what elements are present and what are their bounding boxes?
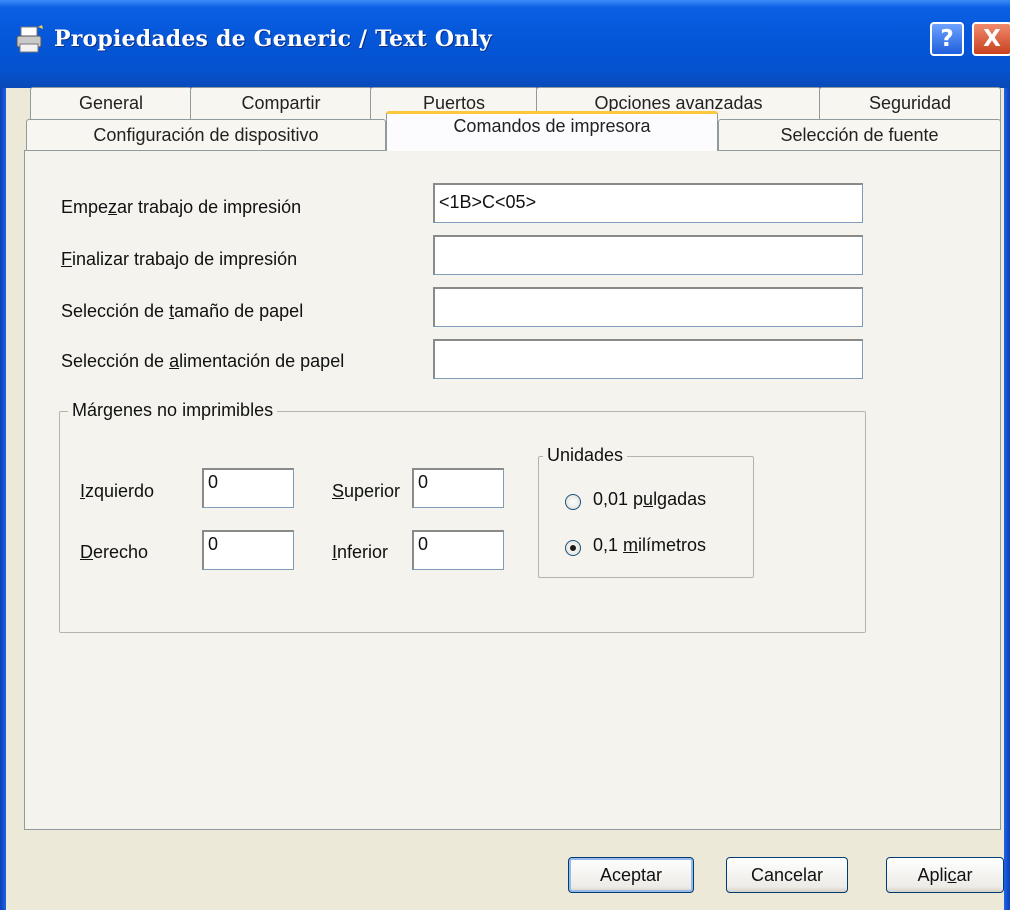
window-border-left <box>0 88 6 910</box>
margins-legend: Márgenes no imprimibles <box>68 400 278 420</box>
label-units-millimeters[interactable]: 0,1 milímetros <box>593 535 706 556</box>
tab-seguridad[interactable]: Seguridad <box>819 87 1001 121</box>
top-margin-input[interactable]: 0 <box>412 468 504 508</box>
close-button[interactable]: X <box>972 22 1010 56</box>
label-start-job: Empezar trabajo de impresión <box>61 197 302 217</box>
tab-compartir[interactable]: Compartir <box>190 87 372 121</box>
tab-configuracion-de-dispositivo[interactable]: Configuración de dispositivo <box>26 119 386 151</box>
tab-panel-comandos: Empezar trabajo de impresión <1B>C<05> F… <box>24 150 1001 830</box>
label-left-margin: Izquierdo <box>80 481 155 501</box>
radio-millimeters[interactable] <box>565 540 581 556</box>
printer-icon <box>16 25 43 53</box>
apply-button[interactable]: Aplicar <box>886 857 1004 893</box>
right-margin-input[interactable]: 0 <box>202 530 294 570</box>
label-top-margin: Superior <box>332 481 401 501</box>
end-job-input[interactable] <box>433 235 863 275</box>
properties-dialog: Propiedades de Generic / Text Only ? X G… <box>0 0 1010 910</box>
margins-group: Márgenes no imprimibles Izquierdo 0 Supe… <box>59 400 866 633</box>
label-units-inches[interactable]: 0,01 pulgadas <box>593 489 706 510</box>
radio-inches[interactable] <box>565 494 581 510</box>
label-end-job: Finalizar trabajo de impresión <box>61 249 298 269</box>
label-paper-feed: Selección de alimentación de papel <box>61 351 345 371</box>
units-legend: Unidades <box>543 445 628 465</box>
tab-seleccion-de-fuente[interactable]: Selección de fuente <box>718 119 1001 151</box>
paper-feed-input[interactable] <box>433 339 863 379</box>
close-icon: X <box>983 26 1001 52</box>
help-icon: ? <box>940 26 954 52</box>
cancel-button[interactable]: Cancelar <box>726 857 848 893</box>
label-right-margin: Derecho <box>80 542 149 562</box>
start-job-input[interactable]: <1B>C<05> <box>433 183 863 223</box>
tab-comandos-de-impresora[interactable]: Comandos de impresora <box>386 111 718 151</box>
left-margin-input[interactable]: 0 <box>202 468 294 508</box>
bottom-margin-input[interactable]: 0 <box>412 530 504 570</box>
title-bar[interactable]: Propiedades de Generic / Text Only ? X <box>0 0 1010 88</box>
window-title: Propiedades de Generic / Text Only <box>54 26 493 52</box>
label-paper-size: Selección de tamaño de papel <box>61 301 304 321</box>
label-bottom-margin: Inferior <box>332 542 389 562</box>
paper-size-input[interactable] <box>433 287 863 327</box>
help-button[interactable]: ? <box>930 22 964 56</box>
ok-button[interactable]: Aceptar <box>568 857 694 893</box>
units-group: Unidades 0,01 pulgadas 0,1 milímetros <box>538 445 754 578</box>
tab-general[interactable]: General <box>30 87 192 121</box>
window-border-right <box>1004 88 1010 910</box>
